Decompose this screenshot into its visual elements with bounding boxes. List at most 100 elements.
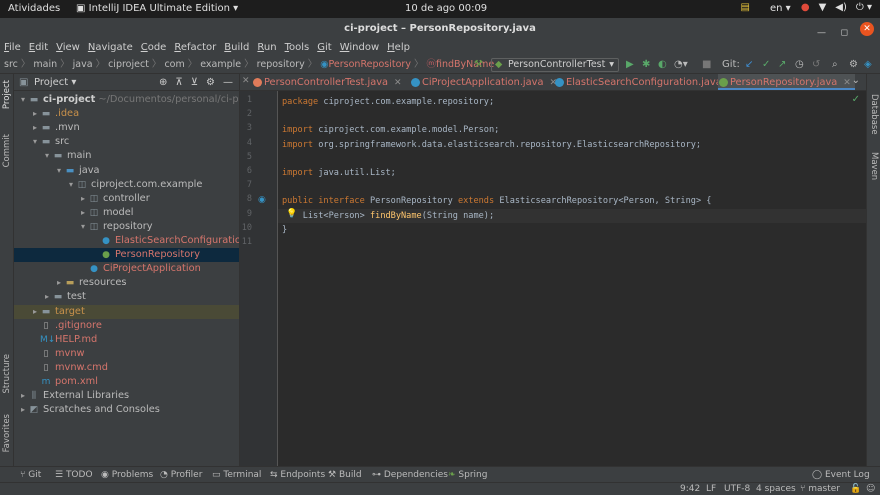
chevron-right-icon[interactable]: ▸ [30,121,40,135]
tree-item[interactable]: ▸ ▬ .idea [14,107,239,121]
breadcrumb-item[interactable]: example [200,56,241,74]
todo-tool-button[interactable]: ☰ TODO [55,467,93,483]
run-icon[interactable]: ▶ [626,56,634,74]
tree-item[interactable]: ● PersonRepository [14,248,239,263]
activities-button[interactable]: Atividades [8,3,60,14]
file-encoding[interactable]: UTF-8 [724,483,750,495]
run-configuration-select[interactable]: ◆ PersonControllerTest ▾ [491,58,619,72]
breadcrumb-item[interactable]: ◉PersonRepository [320,56,411,74]
endpoints-tool-button[interactable]: ⇆ Endpoints [270,467,325,483]
code-line[interactable]: import ciproject.com.example.model.Perso… [282,123,499,137]
chevron-down-icon[interactable]: ▾ [78,220,88,234]
chevron-right-icon[interactable]: ▸ [42,290,52,304]
breadcrumb-item[interactable]: ⓜfindByName [426,56,494,74]
debug-icon[interactable]: ✱ [642,56,650,74]
tree-item[interactable]: m pom.xml [14,375,239,389]
chevron-right-icon[interactable]: ▸ [78,192,88,206]
breadcrumb-item[interactable]: com [164,56,184,74]
event-log-tool-button[interactable]: ◯ Event Log [812,467,870,483]
tree-item[interactable]: M↓HELP.md [14,333,239,347]
menu-git[interactable]: Git [317,40,331,56]
git-commit-icon[interactable]: ✓ [762,56,770,74]
editor-gutter[interactable]: 1 2 3 4 5 6 7 8 9 10 11 ◉ [240,91,278,466]
tree-item[interactable]: ▾▬ ci-project ~/Documentos/personal/ci-pr… [14,93,239,107]
tab-personcontrollertest[interactable]: PersonControllerTest.java ✕ [252,74,402,90]
menu-view[interactable]: View [56,40,80,56]
breadcrumb-item[interactable]: java [73,56,93,74]
project-view-select[interactable]: Project ▾ [34,74,76,91]
implemented-marker-icon[interactable]: ◉ [258,195,266,205]
spring-tool-button[interactable]: ❧ Spring [448,467,487,483]
code-line[interactable]: import java.util.List; [282,166,396,180]
tree-item[interactable]: ▸ ▬ target [14,304,239,319]
chevron-right-icon[interactable]: ▸ [30,305,40,319]
menu-help[interactable]: Help [387,40,410,56]
tree-item[interactable]: ▸ ▬ test [14,290,239,304]
gear-icon[interactable]: ⚙ [849,56,858,74]
tree-item[interactable]: ▸ ▬ .mvn [14,121,239,135]
search-icon[interactable]: ⌕ [832,56,838,74]
lock-icon[interactable]: 🔓 [850,483,861,495]
chevron-right-icon[interactable]: ▸ [78,206,88,220]
structure-tool-button[interactable]: Structure [2,354,12,394]
tree-item[interactable]: ▸ ⫼ External Libraries [14,389,239,403]
tree-item[interactable]: ▸ ◫ controller [14,192,239,206]
tree-item[interactable]: ▾ ◫ repository [14,220,239,234]
tree-item[interactable]: ▾ ▬ java [14,164,239,178]
maven-tool-button[interactable]: Maven [869,152,879,180]
profile-icon[interactable]: ◔▾ [674,56,688,74]
dependencies-tool-button[interactable]: ⊶ Dependencies [372,467,448,483]
tab-personrepository[interactable]: PersonRepository.java ✕ [718,74,855,90]
project-tool-button[interactable]: Project [2,80,12,109]
hide-icon[interactable]: — [223,74,233,91]
tree-item[interactable]: ▾ ◫ ciproject.com.example [14,178,239,192]
favorites-tool-button[interactable]: Favorites [2,414,12,452]
tab-ciprojectapplication[interactable]: CiProjectApplication.java ✕ [410,74,557,90]
system-tray[interactable]: ● ▤ ▼ ◀) ⏻ ▾ [741,2,872,13]
tree-item[interactable]: ▸ ◫ model [14,206,239,220]
tree-item[interactable]: ● CiProjectApplication [14,262,239,276]
caret-position[interactable]: 9:42 [680,483,700,495]
stop-icon[interactable]: ■ [702,56,711,74]
menu-edit[interactable]: Edit [29,40,48,56]
tree-item[interactable]: ▸ ▬ resources [14,276,239,290]
tab-close-icon[interactable]: ✕ [242,76,250,86]
menu-build[interactable]: Build [224,40,249,56]
chevron-right-icon[interactable]: ▸ [54,276,64,290]
jetbrains-icon[interactable]: ◈ [864,56,872,74]
tree-item[interactable]: ▸ ◩ Scratches and Consoles [14,403,239,417]
indent-setting[interactable]: 4 spaces [756,483,796,495]
code-line[interactable]: import org.springframework.data.elastics… [282,138,701,152]
menu-tools[interactable]: Tools [285,40,310,56]
app-menu-button[interactable]: ▣ IntelliJ IDEA Ultimate Edition ▾ [76,3,238,14]
tree-item[interactable]: ▾ ▬ main [14,149,239,163]
menu-refactor[interactable]: Refactor [174,40,216,56]
tree-item[interactable]: ▯ .gitignore [14,319,239,333]
expand-all-icon[interactable]: ⊻ [191,74,198,91]
git-branch[interactable]: ⑂ master [800,483,840,495]
git-push-icon[interactable]: ↗ [778,56,786,74]
chevron-down-icon[interactable]: ▾ [30,135,40,149]
chevron-right-icon[interactable]: ▸ [30,107,40,121]
menu-navigate[interactable]: Navigate [88,40,133,56]
commit-tool-button[interactable]: Commit [2,134,12,167]
code-line[interactable]: public interface PersonRepository extend… [282,194,711,208]
breadcrumb-item[interactable]: src [4,56,18,74]
locate-icon[interactable]: ⊕ [159,74,167,91]
coverage-icon[interactable]: ◐ [658,56,667,74]
collapse-all-icon[interactable]: ⊼ [175,74,182,91]
tree-item[interactable]: ● ElasticSearchConfiguration [14,234,239,248]
code-line[interactable]: package ciproject.com.example.repository… [282,95,494,109]
notifications-icon[interactable]: ☺ [866,483,875,495]
chevron-down-icon[interactable]: ⌄ [852,75,860,86]
close-icon[interactable]: ✕ [843,78,851,88]
profiler-tool-button[interactable]: ◔ Profiler [160,467,202,483]
tree-item[interactable]: ▾ ▬ src [14,135,239,149]
breadcrumb-item[interactable]: main [33,56,57,74]
git-tool-button[interactable]: ⑂ Git [20,467,41,483]
build-tool-button[interactable]: ⚒ Build [328,467,362,483]
language-indicator[interactable]: en ▾ [770,3,791,14]
breadcrumb-item[interactable]: ciproject [108,56,149,74]
build-hammer-icon[interactable]: ⚒ [474,56,483,74]
breadcrumb-item[interactable]: repository [257,56,305,74]
